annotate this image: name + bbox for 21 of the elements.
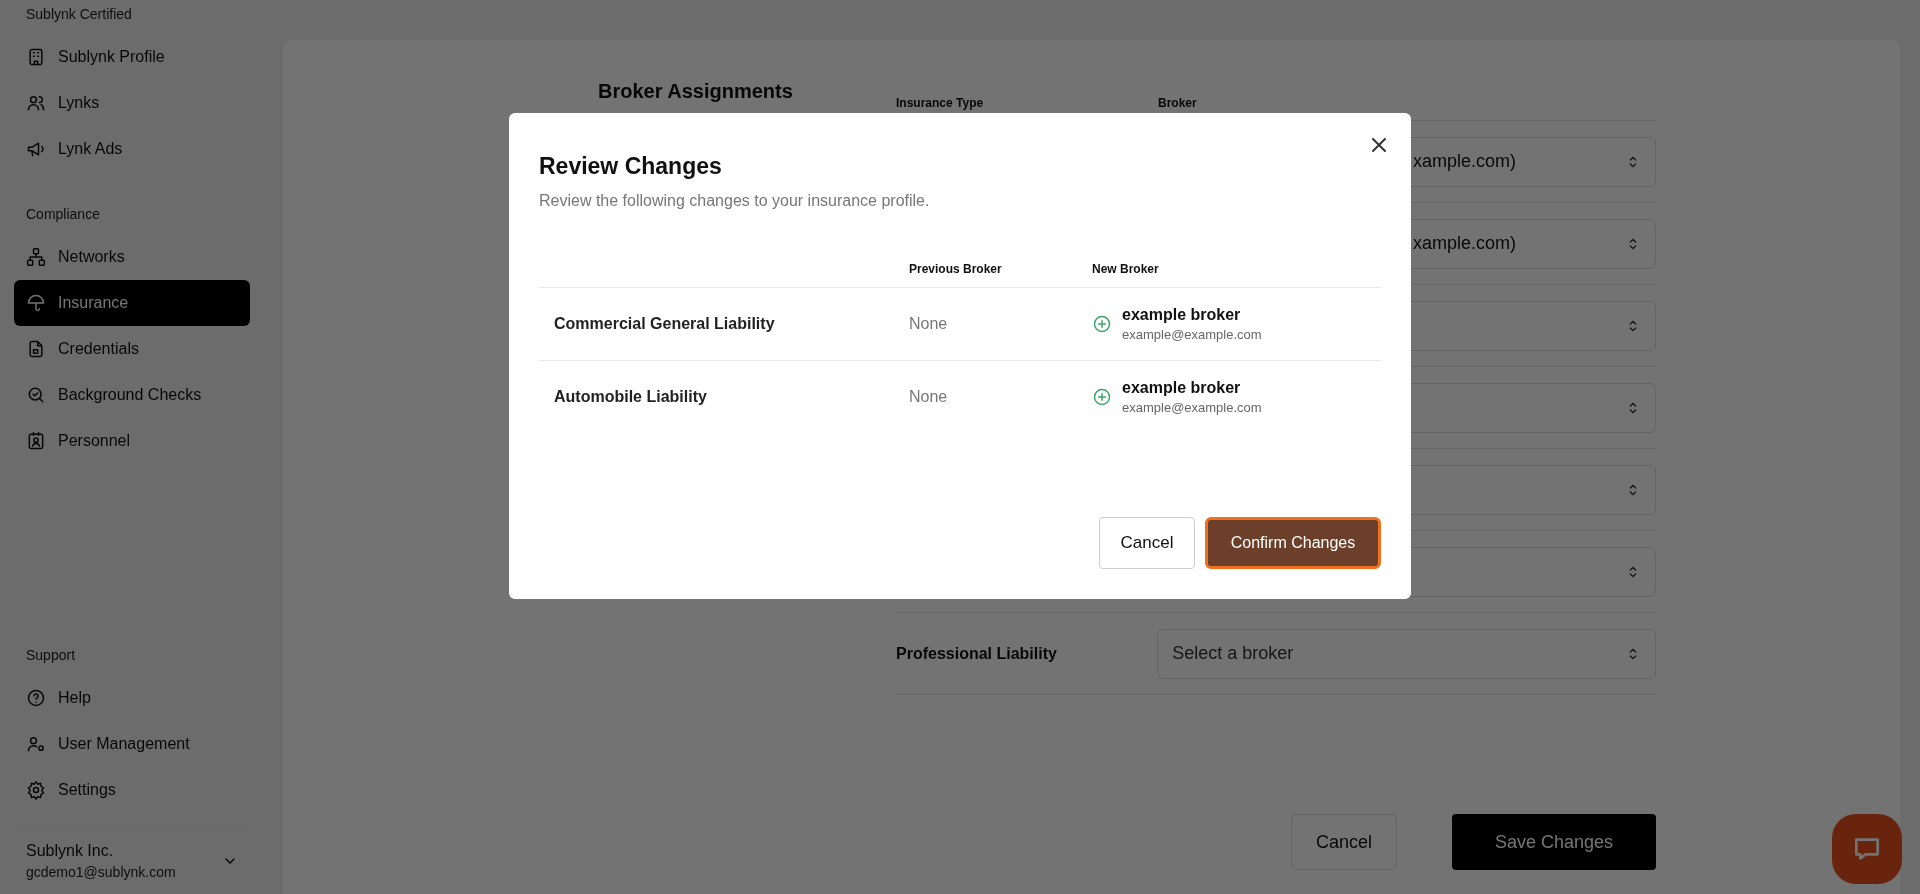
sidebar-section-heading: Sublynk Certified	[25, 6, 133, 22]
previous-broker-cell: None	[909, 388, 948, 405]
column-header: New Broker	[1092, 262, 1159, 278]
insurance-type-label: Professional Liability	[896, 644, 1058, 663]
section-title: Broker Assignments	[598, 80, 794, 103]
sidebar-section-heading: Compliance	[25, 206, 101, 222]
insurance-type-cell: Automobile Liability	[554, 388, 707, 405]
column-header: Broker	[1158, 96, 1197, 110]
dialog-title: Review Changes	[539, 153, 723, 180]
insurance-type-cell: Commercial General Liability	[554, 315, 775, 332]
new-broker-email: example@example.com	[1122, 400, 1262, 415]
column-header: Previous Broker	[909, 262, 1003, 278]
previous-broker-cell: None	[909, 315, 948, 332]
new-broker-name: example broker	[1122, 306, 1242, 324]
new-broker-email: example@example.com	[1122, 327, 1262, 342]
dialog-description: Review the following changes to your insurance profile.	[539, 192, 931, 210]
account-name: Sublynk Inc.	[26, 842, 115, 860]
new-broker-name: example broker	[1122, 379, 1242, 397]
sidebar-section-heading: Support	[25, 647, 77, 663]
column-header: Insurance Type	[896, 96, 985, 110]
account-email: gcdemo1@sublynk.com	[26, 864, 176, 880]
